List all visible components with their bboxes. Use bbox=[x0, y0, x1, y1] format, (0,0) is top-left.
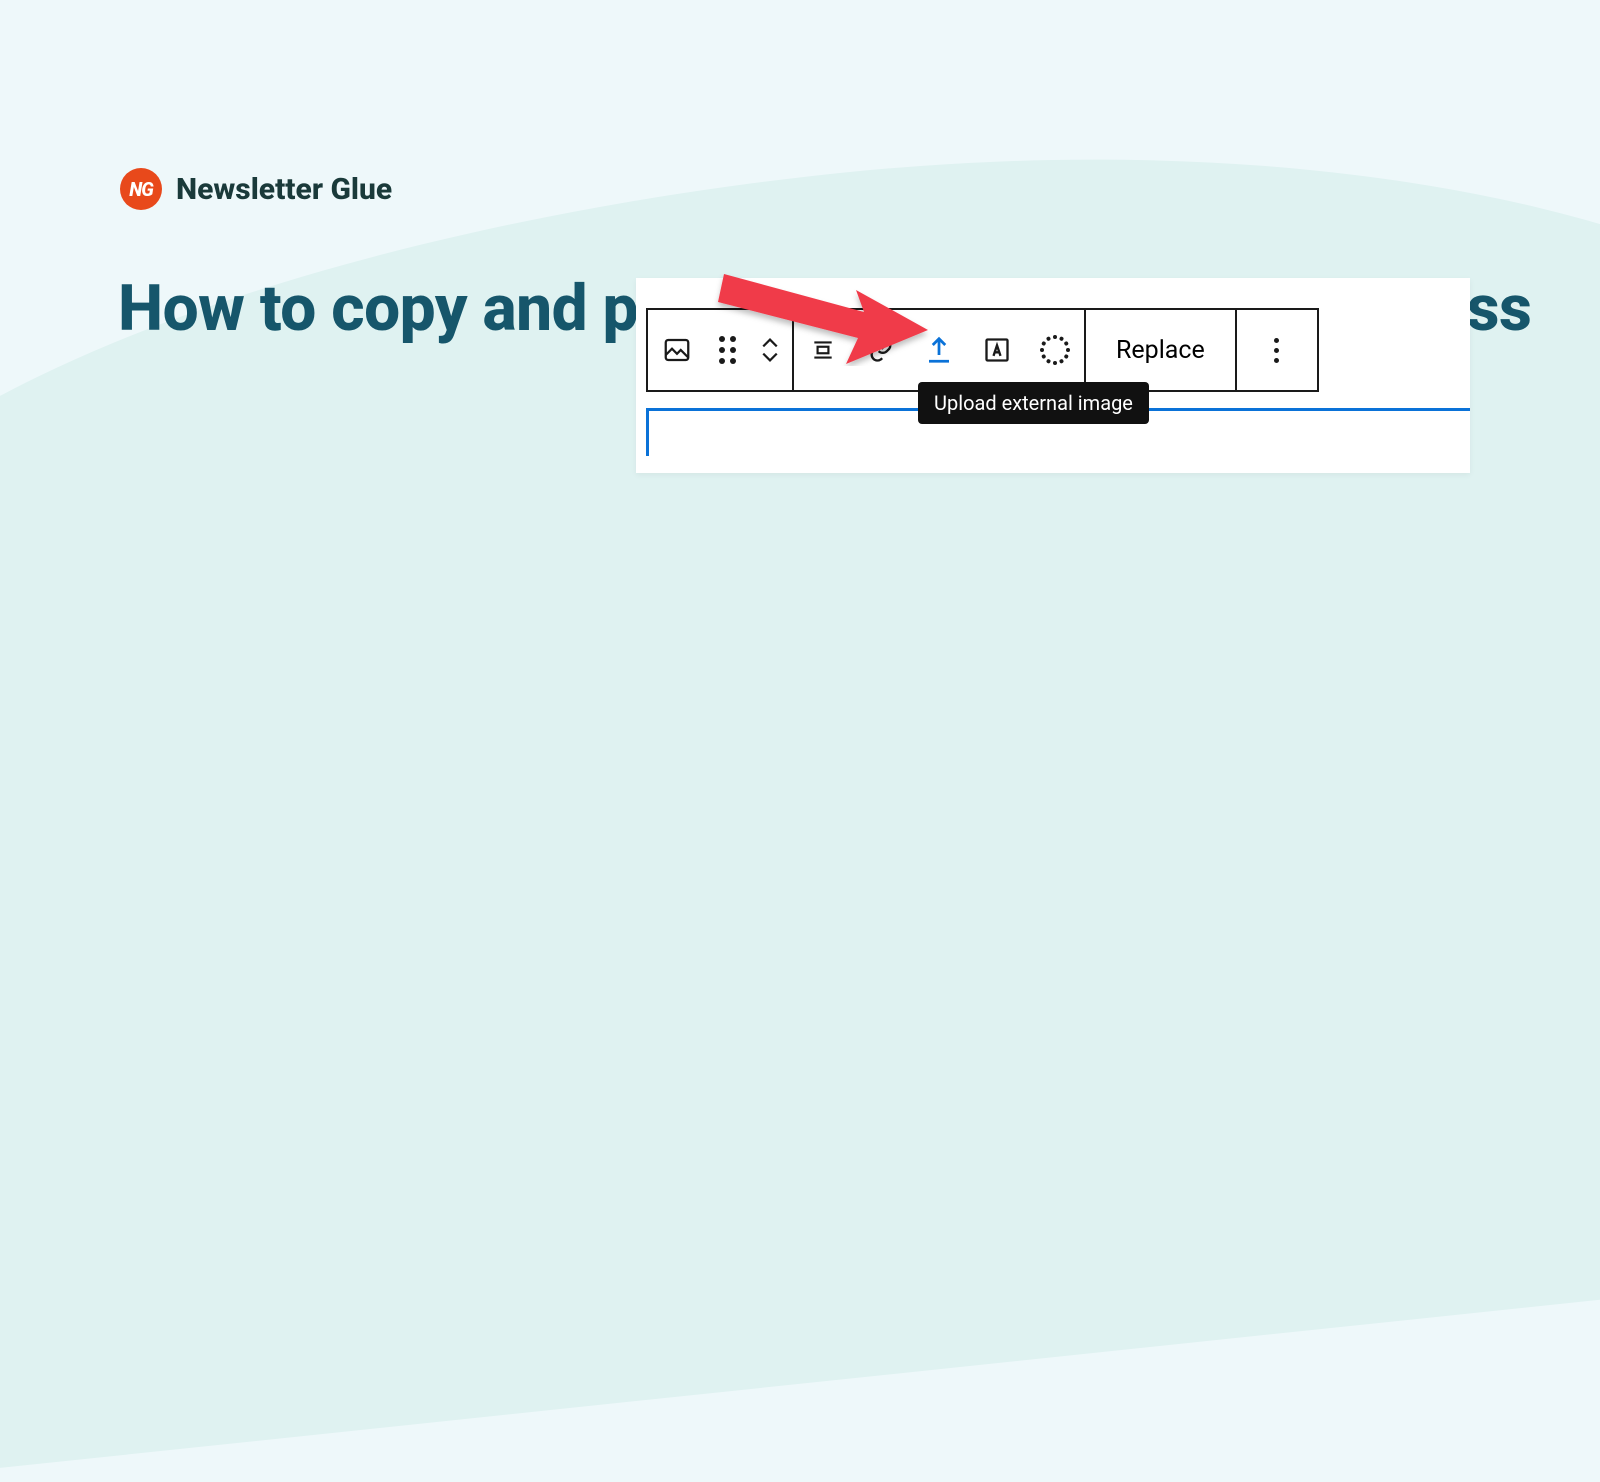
upload-button[interactable] bbox=[910, 310, 968, 390]
drag-handle-icon[interactable] bbox=[706, 310, 748, 390]
toolbar-group-align bbox=[792, 308, 1086, 392]
brand-logo: NG bbox=[120, 168, 162, 210]
chevron-up-icon bbox=[761, 337, 779, 349]
editor-toolbar-screenshot: Replace Upload external image bbox=[636, 278, 1470, 473]
toolbar-group-block bbox=[646, 308, 794, 392]
move-up-down[interactable] bbox=[748, 310, 792, 390]
toolbar-group-replace: Replace bbox=[1084, 308, 1237, 392]
kebab-icon bbox=[1274, 338, 1279, 363]
chevron-down-icon bbox=[761, 351, 779, 363]
replace-button[interactable]: Replace bbox=[1086, 310, 1235, 390]
filters-button[interactable] bbox=[1026, 310, 1084, 390]
image-block-icon[interactable] bbox=[648, 310, 706, 390]
link-button[interactable] bbox=[852, 310, 910, 390]
block-toolbar: Replace bbox=[646, 308, 1317, 392]
align-button[interactable] bbox=[794, 310, 852, 390]
brand-logo-text: NG bbox=[129, 178, 153, 201]
brand-lockup: NG Newsletter Glue bbox=[120, 168, 392, 210]
upload-tooltip: Upload external image bbox=[918, 382, 1149, 424]
toolbar-group-more bbox=[1235, 308, 1319, 392]
brand-name: Newsletter Glue bbox=[176, 172, 392, 207]
more-options-button[interactable] bbox=[1237, 310, 1317, 390]
text-overlay-button[interactable] bbox=[968, 310, 1026, 390]
